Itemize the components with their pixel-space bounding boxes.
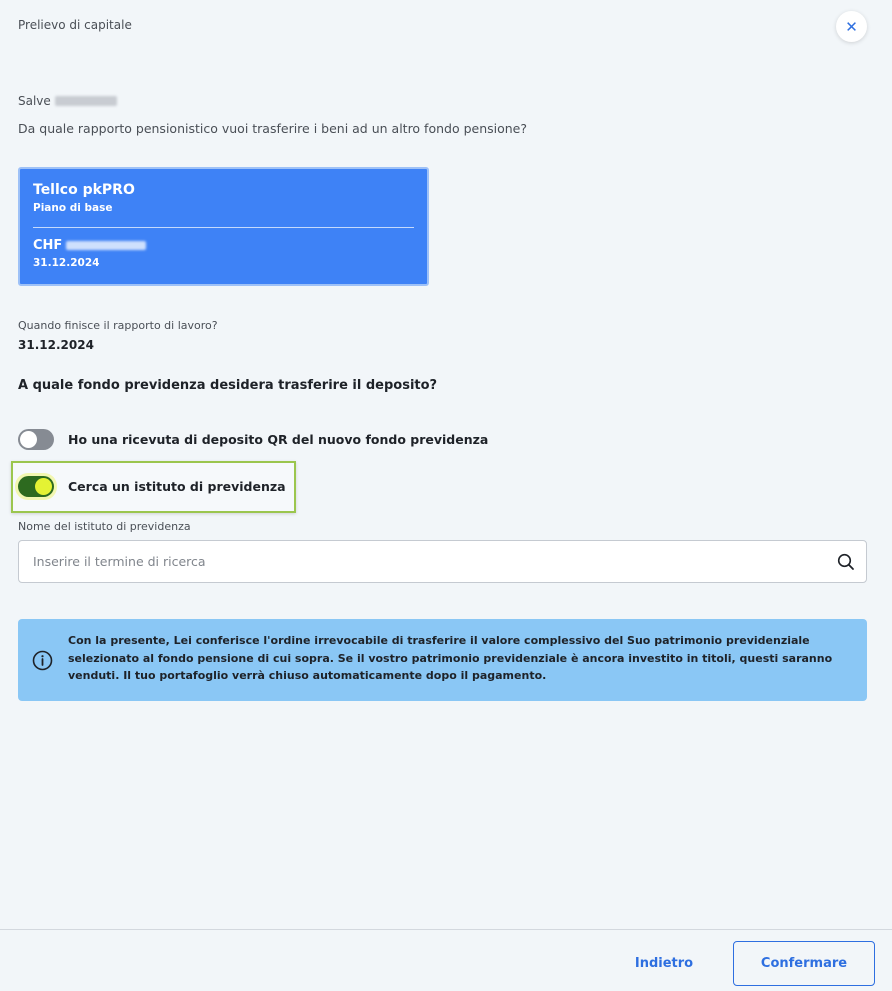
close-icon: ✕ <box>845 17 858 36</box>
institution-search-label: Nome del istituto di previdenza <box>18 520 191 533</box>
toggle-knob <box>20 431 37 448</box>
employment-end-value: 31.12.2024 <box>18 338 94 352</box>
toggle-row-search-institution: Cerca un istituto di previdenza <box>15 473 286 500</box>
info-banner: Con la presente, Lei conferisce l'ordine… <box>18 619 867 701</box>
greeting-salutation: Salve <box>18 94 51 108</box>
confirm-button[interactable]: Confermare <box>733 941 875 986</box>
search-icon[interactable] <box>826 553 866 571</box>
redacted-amount <box>66 241 147 250</box>
question-fund: A quale fondo previdenza desidera trasfe… <box>18 378 438 393</box>
account-card-divider <box>33 227 414 228</box>
dialog-footer: Indietro Confermare <box>0 929 892 991</box>
account-card-tellco[interactable]: Tellco pkPRO Piano di base CHF 31.12.202… <box>18 167 429 286</box>
qr-receipt-toggle[interactable] <box>18 429 54 450</box>
account-card-name: Tellco pkPRO <box>33 182 135 198</box>
close-button[interactable]: ✕ <box>836 11 867 42</box>
greeting: Salve <box>18 94 117 108</box>
back-button[interactable]: Indietro <box>620 941 708 986</box>
toggle-knob <box>35 478 52 495</box>
question-account: Da quale rapporto pensionistico vuoi tra… <box>18 121 528 136</box>
institution-search-field <box>18 540 867 583</box>
employment-end-label: Quando finisce il rapporto di lavoro? <box>18 319 218 332</box>
qr-receipt-label: Ho una ricevuta di deposito QR del nuovo… <box>68 432 489 447</box>
account-card-currency: CHF <box>33 238 63 253</box>
search-institution-toggle[interactable] <box>15 473 57 500</box>
account-card-date: 31.12.2024 <box>33 257 100 269</box>
dialog-title: Prelievo di capitale <box>18 18 132 32</box>
info-text: Con la presente, Lei conferisce l'ordine… <box>68 634 833 682</box>
search-institution-label: Cerca un istituto di previdenza <box>68 479 286 494</box>
institution-search-input[interactable] <box>19 554 826 569</box>
redacted-user-name <box>54 96 117 106</box>
account-card-amount: CHF <box>33 238 147 253</box>
account-card-plan: Piano di base <box>33 202 113 214</box>
toggle-row-qr-receipt: Ho una ricevuta di deposito QR del nuovo… <box>18 429 488 450</box>
info-icon <box>32 650 53 675</box>
